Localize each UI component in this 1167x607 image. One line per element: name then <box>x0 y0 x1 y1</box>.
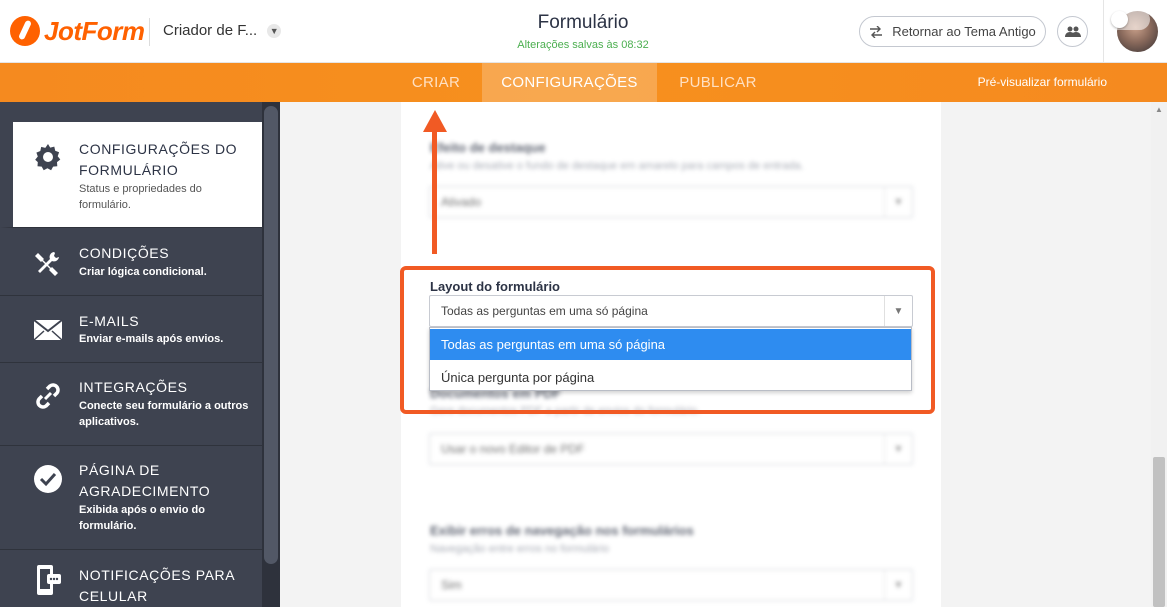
sidebar-item-title: CONFIGURAÇÕES DO <box>79 141 238 157</box>
preview-toggle-knob[interactable] <box>1111 11 1128 28</box>
checkmark-icon <box>33 464 63 494</box>
sidebar-item-desc: Conecte seu formulário a outros <box>79 400 249 412</box>
users-icon <box>1064 26 1081 37</box>
link-icon <box>33 381 63 411</box>
sidebar-item-desc: Exibida após o envio do <box>79 504 205 516</box>
annotation-highlight-box <box>400 266 935 414</box>
field-description: Navegação entre erros no formulário <box>430 543 610 555</box>
top-header: JotForm Criador de F... ▼ Formulário Alt… <box>0 0 1167 63</box>
pdf-select[interactable]: Usar o novo Editor de PDF ▼ <box>429 433 913 465</box>
main-nav: CRIAR CONFIGURAÇÕES PUBLICAR Pré-visuali… <box>0 63 1167 102</box>
sidebar-item-title: NOTIFICAÇÕES PARA <box>79 567 236 583</box>
field-label: Exibir erros de navegação nos formulário… <box>430 523 694 538</box>
preview-label: Pré-visualizar formulário <box>977 75 1107 89</box>
app-switcher-label: Criador de F... <box>163 22 258 39</box>
field-description: Ative ou desative o fundo de destaque em… <box>430 160 804 172</box>
scroll-up-icon[interactable]: ▲ <box>1153 104 1165 116</box>
revert-theme-label: Retornar ao Tema Antigo <box>892 24 1036 39</box>
app-switcher[interactable]: Criador de F... ▼ <box>163 22 282 39</box>
navigation-errors-select[interactable]: Sim ▼ <box>429 569 913 601</box>
caret-down-icon: ▼ <box>884 570 912 600</box>
sidebar-item-title: INTEGRAÇÕES <box>79 379 188 395</box>
tools-icon <box>33 248 63 278</box>
chevron-down-icon: ▼ <box>267 23 282 38</box>
team-button[interactable] <box>1057 16 1088 47</box>
highlight-effect-select[interactable]: Ativado ▼ <box>429 186 913 218</box>
sidebar-item-form-settings[interactable]: CONFIGURAÇÕES DO FORMULÁRIO Status e pro… <box>0 122 262 228</box>
sidebar-item-desc: formulário. <box>79 199 131 211</box>
sidebar-item-title: PÁGINA DE <box>79 462 160 478</box>
sidebar-item-desc: Status e propriedades do <box>79 183 202 195</box>
sidebar-item-title: FORMULÁRIO <box>79 162 179 178</box>
annotation-arrow-shaft <box>432 130 437 254</box>
select-value: Usar o novo Editor de PDF <box>441 442 585 456</box>
sidebar-item-title: E-MAILS <box>79 313 140 329</box>
tab-publicar[interactable]: PUBLICAR <box>662 63 774 102</box>
select-value: Ativado <box>441 195 482 209</box>
sidebar-item-mobile-notifications[interactable]: NOTIFICAÇÕES PARA CELULAR <box>0 550 262 607</box>
swap-arrows-icon <box>870 25 883 38</box>
header-divider <box>149 18 150 46</box>
sidebar-item-title: CELULAR <box>79 588 148 604</box>
sidebar-item-desc: Criar lógica condicional. <box>79 266 207 278</box>
jotform-logo[interactable]: JotForm <box>10 14 145 48</box>
gear-icon <box>33 142 63 172</box>
revert-theme-button[interactable]: Retornar ao Tema Antigo <box>859 16 1046 47</box>
select-value: Sim <box>441 578 462 592</box>
tab-criar[interactable]: CRIAR <box>394 63 478 102</box>
content-scrollbar-thumb[interactable] <box>1153 457 1165 607</box>
mobile-icon <box>33 565 63 596</box>
tab-configuracoes[interactable]: CONFIGURAÇÕES <box>482 63 657 102</box>
jotform-logo-icon <box>10 16 40 46</box>
sidebar-item-thank-you-page[interactable]: PÁGINA DE AGRADECIMENTO Exibida após o e… <box>0 446 262 550</box>
sidebar-item-title: AGRADECIMENTO <box>79 483 211 499</box>
page-title[interactable]: Formulário <box>483 12 683 34</box>
sidebar-item-conditions[interactable]: CONDIÇÕES Criar lógica condicional. <box>0 228 262 296</box>
annotation-arrow-up-icon <box>423 110 447 132</box>
sidebar-item-emails[interactable]: E-MAILS Enviar e-mails após envios. <box>0 296 262 363</box>
sidebar-item-desc: Enviar e-mails após envios. <box>79 333 224 345</box>
caret-down-icon: ▼ <box>884 187 912 217</box>
envelope-icon <box>33 315 63 345</box>
header-divider <box>1103 0 1104 63</box>
sidebar-item-integrations[interactable]: INTEGRAÇÕES Conecte seu formulário a out… <box>0 363 262 446</box>
field-label: Efeito de destaque <box>430 140 546 155</box>
sidebar-scrollbar-thumb[interactable] <box>264 106 278 564</box>
save-status: Alterações salvas às 08:32 <box>517 39 649 51</box>
sidebar-item-desc: aplicativos. <box>79 416 139 428</box>
form-title-block: Formulário Alterações salvas às 08:32 <box>483 12 683 51</box>
caret-down-icon: ▼ <box>884 434 912 464</box>
sidebar-item-title: CONDIÇÕES <box>79 245 170 261</box>
sidebar-item-desc: formulário. <box>79 520 137 532</box>
logo-text: JotForm <box>44 15 145 46</box>
